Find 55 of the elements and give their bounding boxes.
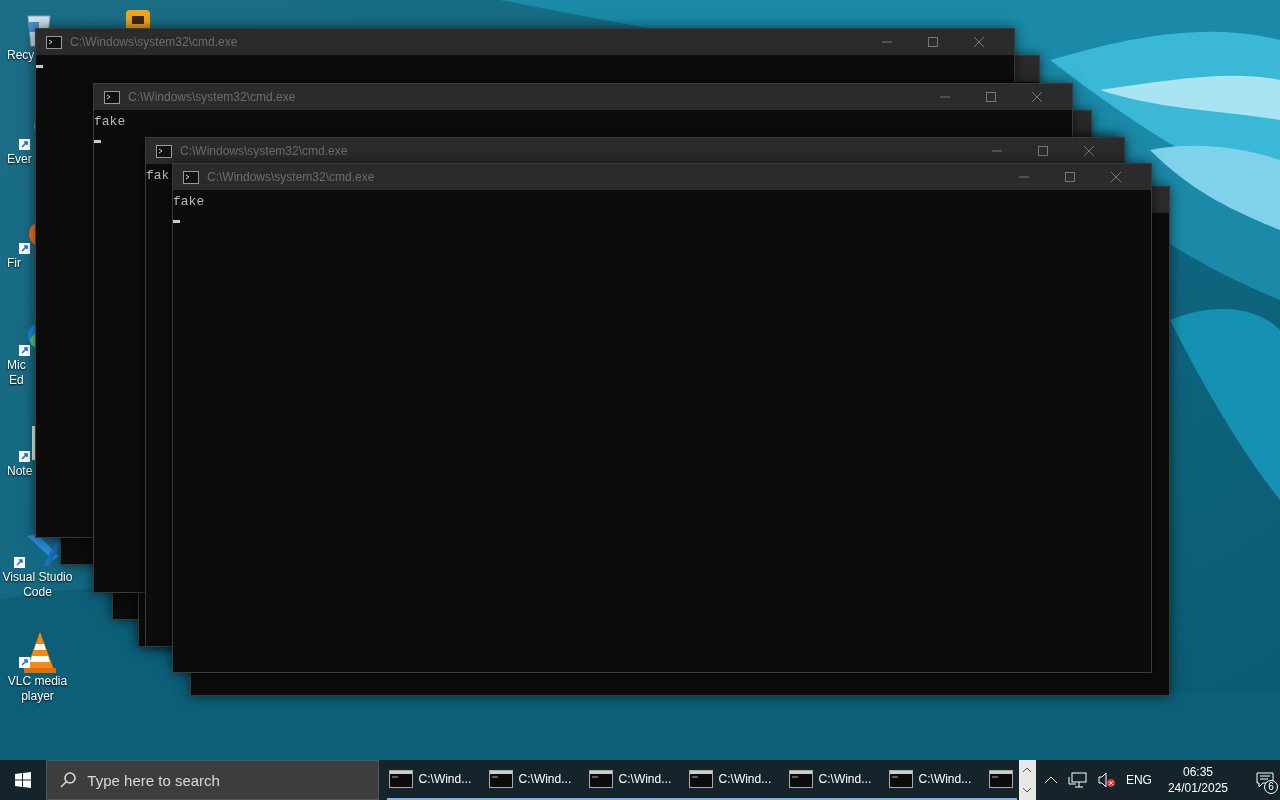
taskbar-scroller[interactable] [1018,760,1036,800]
maximize-button[interactable] [1038,146,1048,156]
desktop-icon-label[interactable]: Mic Ed [7,358,26,388]
close-button[interactable] [1032,92,1042,102]
console-icon [888,770,913,788]
desktop-icon-label[interactable]: Note [7,464,33,479]
close-button[interactable] [974,37,984,47]
clock-date: 24/01/2025 [1167,780,1228,796]
windows-logo-icon [15,772,32,788]
maximize-button[interactable] [928,37,938,47]
taskbar-button[interactable]: C:\Wind... [586,760,687,800]
desktop-icon-label[interactable]: Visual Studio Code [2,570,73,600]
traffic-cone-icon [17,630,58,674]
maximize-button[interactable] [986,92,996,102]
network-icon[interactable] [1067,772,1088,788]
search-field[interactable]: Type here to search [46,760,379,800]
console-icon [488,770,513,788]
taskbar-button[interactable]: C:\Wind... [486,760,587,800]
desktop-icon-label[interactable]: VLC media player [7,674,68,704]
maximize-button[interactable] [1065,172,1075,182]
chevron-up-icon [1022,767,1033,773]
taskbar-button[interactable]: C:\Wind... [386,760,487,800]
console-icon [688,770,713,788]
taskbar-button[interactable]: C:\Wind... [786,760,887,800]
console-line: fak [146,167,170,185]
chevron-up-icon[interactable] [1043,776,1058,784]
window-title: C:\Windows\system32\cmd.exe [70,34,238,51]
chevron-down-icon [1022,787,1033,793]
console-icon [104,90,120,104]
notification-icon[interactable] [1256,772,1274,788]
console-icon [183,170,199,184]
notification-count: 6 [1264,780,1278,794]
console-icon [156,144,172,158]
console-icon [388,770,413,788]
console-icon [988,770,1013,788]
muted-speaker-icon[interactable] [1097,772,1116,788]
close-button[interactable] [1111,172,1121,182]
desktop-icon-label[interactable]: Recy [7,48,35,63]
search-icon [60,772,77,788]
clock-time: 06:35 [1182,764,1213,780]
console-icon [788,770,813,788]
desktop-icon-label[interactable]: Ever [7,152,32,167]
console-line: fake [94,113,126,131]
window-title: C:\Windows\system32\cmd.exe [180,143,348,160]
language-indicator[interactable]: ENG [1125,771,1152,789]
console-icon [46,35,62,49]
clock[interactable]: 06:35 24/01/2025 [1161,764,1234,796]
close-button[interactable] [1084,146,1094,156]
taskbar-button[interactable]: C:\Wind... [886,760,987,800]
window-title: C:\Windows\system32\cmd.exe [207,169,375,186]
taskbar-button[interactable]: C:\Wind... [686,760,787,800]
console-line: fake [173,193,205,211]
window-title: C:\Windows\system32\cmd.exe [128,89,296,106]
desktop-icon-label[interactable]: Fir [7,256,21,271]
console-icon [588,770,613,788]
